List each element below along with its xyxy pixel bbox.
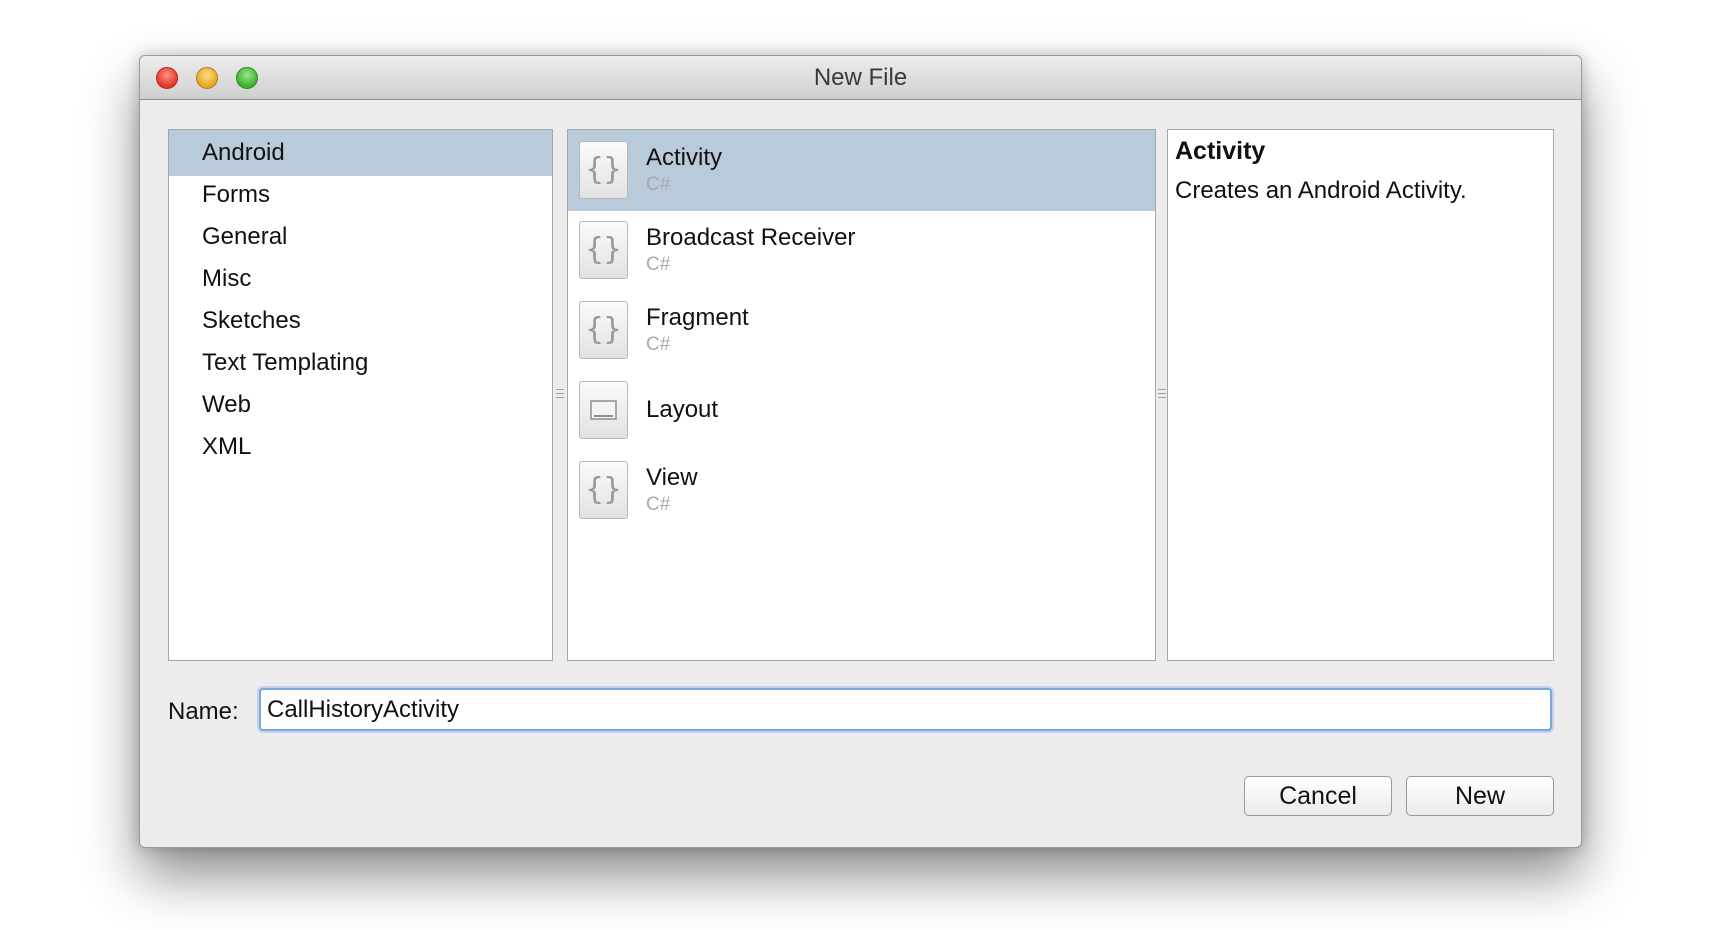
zoom-window-button[interactable]: [236, 67, 258, 89]
svg-text:{}: {}: [585, 232, 621, 267]
category-item-web[interactable]: Web: [169, 382, 552, 428]
category-item-general[interactable]: General: [169, 214, 552, 260]
code-braces-icon: {}: [579, 221, 628, 279]
close-window-button[interactable]: [156, 67, 178, 89]
template-description-panel: Activity Creates an Android Activity.: [1167, 129, 1554, 661]
category-item-label: Misc: [202, 265, 252, 292]
new-button[interactable]: New: [1406, 776, 1554, 816]
template-item-fragment[interactable]: {} Fragment C#: [568, 290, 1155, 371]
category-item-forms[interactable]: Forms: [169, 172, 552, 218]
code-braces-icon: {}: [579, 461, 628, 519]
category-item-label: Forms: [202, 181, 270, 208]
template-language: C#: [646, 334, 671, 355]
svg-text:{}: {}: [585, 472, 621, 507]
left-splitter-handle[interactable]: [556, 389, 564, 405]
template-language: C#: [646, 174, 671, 195]
template-name: Broadcast Receiver: [646, 224, 856, 251]
category-item-label: General: [202, 223, 288, 250]
description-text: Creates an Android Activity.: [1175, 177, 1467, 204]
category-item-misc[interactable]: Misc: [169, 256, 552, 302]
cancel-button[interactable]: Cancel: [1244, 776, 1392, 816]
svg-text:{}: {}: [585, 312, 621, 347]
category-item-label: Web: [202, 391, 251, 418]
description-title: Activity: [1175, 137, 1266, 165]
minimize-window-button[interactable]: [196, 67, 218, 89]
layout-icon: [579, 381, 628, 439]
code-braces-icon: {}: [579, 141, 628, 199]
template-name: View: [646, 464, 698, 491]
window-title: New File: [813, 64, 908, 91]
template-item-broadcast-receiver[interactable]: {} Broadcast Receiver C#: [568, 210, 1155, 291]
template-name: Activity: [646, 144, 723, 171]
category-item-text-templating[interactable]: Text Templating: [169, 340, 552, 386]
template-name: Layout: [646, 396, 719, 423]
category-item-xml[interactable]: XML: [169, 424, 552, 470]
category-item-label: Sketches: [202, 307, 301, 334]
title-bar: New File: [140, 56, 1581, 100]
new-file-dialog: New File Android Forms General Misc Sket…: [139, 55, 1582, 848]
template-language: C#: [646, 254, 671, 275]
template-item-view[interactable]: {} View C#: [568, 450, 1155, 531]
category-item-label: XML: [202, 433, 252, 460]
category-item-sketches[interactable]: Sketches: [169, 298, 552, 344]
template-language: C#: [646, 494, 671, 515]
name-label: Name:: [168, 698, 239, 725]
category-item-android[interactable]: Android: [169, 130, 552, 176]
right-splitter-handle[interactable]: [1158, 389, 1166, 405]
template-item-layout[interactable]: Layout: [568, 370, 1155, 451]
svg-text:{}: {}: [585, 152, 621, 187]
code-braces-icon: {}: [579, 301, 628, 359]
category-item-label: Android: [202, 139, 285, 166]
template-item-activity[interactable]: {} Activity C#: [568, 130, 1155, 211]
template-name: Fragment: [646, 304, 749, 331]
screen: New File Android Forms General Misc Sket…: [0, 0, 1709, 930]
category-item-label: Text Templating: [202, 349, 369, 376]
category-list: Android Forms General Misc Sketches Text…: [168, 129, 553, 661]
name-input[interactable]: [259, 688, 1552, 731]
template-list: {} Activity C# {} Broadcast Receiver C# …: [567, 129, 1156, 661]
